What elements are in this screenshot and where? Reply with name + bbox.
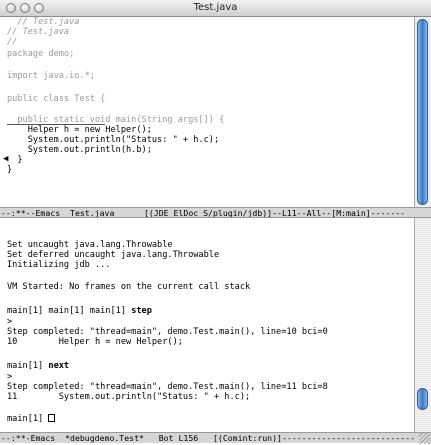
debug-line: Initializing jdb ... <box>7 260 111 270</box>
debug-modeline: --:**-Emacs *debugdemo.Test* Bot L156 [(… <box>0 432 431 443</box>
title-bar[interactable]: Test.java <box>0 0 431 17</box>
editor-pane[interactable]: // Test.java // Test.java // package dem… <box>0 17 414 207</box>
code-line: System.out.println(h.b); <box>7 145 152 155</box>
debug-line: Step completed: "thread=main", demo.Test… <box>7 327 328 337</box>
debug-line: Set uncaught java.lang.Throwable <box>7 240 173 250</box>
debug-prompt-line: main[1] next <box>7 361 69 371</box>
editor-scrollbar-thumb[interactable] <box>417 19 428 205</box>
code-line: // Test.java <box>7 17 80 27</box>
debug-prompt-line: main[1] main[1] main[1] step <box>7 306 152 316</box>
code-line: System.out.println("Status: " + h.c); <box>7 135 220 145</box>
code-line: Helper h = new Helper(); <box>7 125 152 135</box>
editor-modeline: --:**--Emacs Test.java [(JDE ElDoc S/plu… <box>0 207 431 218</box>
window-title: Test.java <box>193 2 238 13</box>
debug-line: VM Started: No frames on the current cal… <box>7 282 251 292</box>
debug-line: 11 System.out.println("Status: " + h.c); <box>7 392 251 402</box>
debug-pane[interactable]: Set uncaught java.lang.Throwable Set def… <box>0 218 414 432</box>
debug-command-step: step <box>131 306 152 316</box>
resize-grip-icon[interactable] <box>419 433 430 444</box>
code-line: // Test.java <box>7 27 70 37</box>
text-cursor <box>48 414 56 422</box>
code-line: } <box>7 155 23 165</box>
debug-prompt: main[1] main[1] main[1] <box>7 306 132 316</box>
code-line: import java.io.*; <box>7 71 95 81</box>
debug-line: 10 Helper h = new Helper(); <box>7 337 183 347</box>
code-line: package demo; <box>7 49 75 59</box>
debug-prompt: main[1] <box>7 361 49 371</box>
code-line: public static void main(String args[]) { <box>7 115 225 125</box>
code-line: } <box>7 165 13 175</box>
emacs-window: Test.java // Test.java // Test.java // p… <box>0 0 431 445</box>
debug-scrollbar-thumb[interactable] <box>417 388 428 410</box>
code-line: // <box>7 37 18 47</box>
debug-line: > <box>7 317 13 327</box>
breakpoint-marker-icon[interactable]: ◀ <box>3 154 8 164</box>
debug-line: Set deferred uncaught java.lang.Throwabl… <box>7 250 220 260</box>
debug-command-next: next <box>48 361 70 371</box>
debug-line: Step completed: "thread=main", demo.Test… <box>7 382 328 392</box>
code-line: public class Test { <box>7 94 106 104</box>
debug-prompt: main[1] <box>7 414 49 424</box>
debug-line: > <box>7 372 13 382</box>
debug-input-line[interactable]: main[1] <box>7 414 56 424</box>
